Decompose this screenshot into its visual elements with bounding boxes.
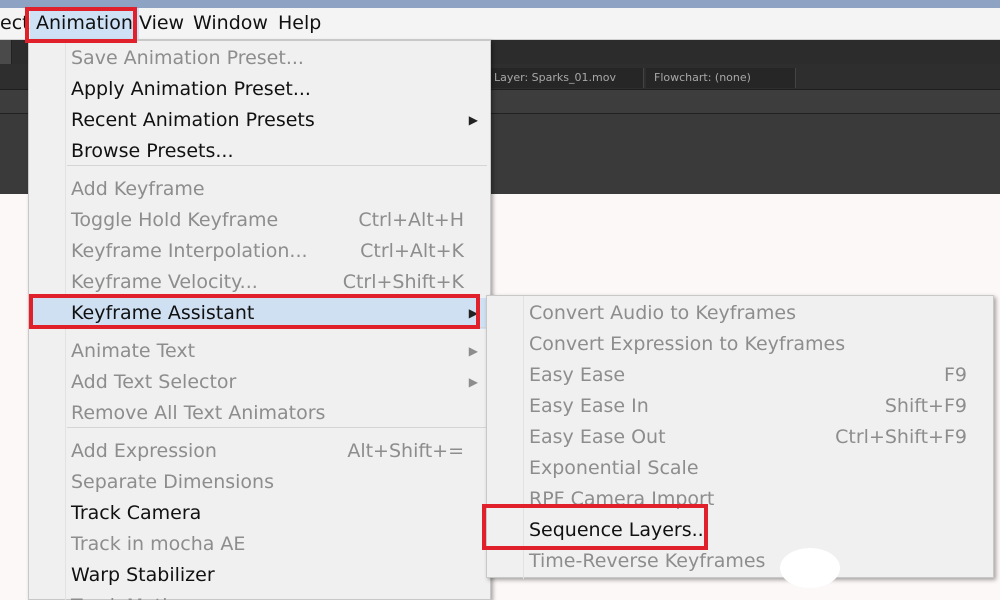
submenu-arrow-icon: ▶ <box>468 375 478 389</box>
submenu-item-rpf-camera-import[interactable]: RPF Camera Import <box>487 484 993 515</box>
menu-item-label: Toggle Hold Keyframe <box>71 209 279 231</box>
menu-window[interactable]: Window <box>187 8 274 39</box>
submenu-arrow-icon: ▶ <box>468 344 478 358</box>
menubar: ect Animation View Window Help <box>0 8 1000 40</box>
submenu-item-shortcut: Shift+F9 <box>884 395 967 417</box>
keyframe-assistant-submenu: Convert Audio to Keyframes Convert Expres… <box>486 295 994 579</box>
menu-item-label: Keyframe Assistant <box>71 302 255 324</box>
submenu-arrow-icon: ▶ <box>468 306 478 320</box>
menu-item-animate-text[interactable]: Animate Text ▶ <box>29 336 490 367</box>
submenu-item-label: Easy Ease In <box>529 395 649 417</box>
menu-item-shortcut: Ctrl+Alt+K <box>360 240 464 262</box>
menu-separator <box>67 327 487 328</box>
menu-item-track-in-mocha-ae[interactable]: Track in mocha AE <box>29 529 490 560</box>
menu-item-label: Separate Dimensions <box>71 471 274 493</box>
menu-item-label: Track Motion <box>71 591 191 600</box>
menu-item-remove-all-text-animators[interactable]: Remove All Text Animators <box>29 398 490 429</box>
tab-flowchart[interactable]: Flowchart: (none) <box>646 68 796 88</box>
menu-item-label: Add Text Selector <box>71 371 237 393</box>
menu-item-toggle-hold-keyframe[interactable]: Toggle Hold Keyframe Ctrl+Alt+H <box>29 205 490 236</box>
menu-item-label: Track Camera <box>71 502 202 524</box>
menu-item-track-camera[interactable]: Track Camera <box>29 498 490 529</box>
submenu-item-label: RPF Camera Import <box>529 488 715 510</box>
menu-item-add-expression[interactable]: Add Expression Alt+Shift+= <box>29 436 490 467</box>
submenu-item-label: Time-Reverse Keyframes <box>529 550 766 572</box>
submenu-item-shortcut: Ctrl+Shift+F9 <box>835 426 967 448</box>
submenu-item-label: Convert Audio to Keyframes <box>529 302 797 324</box>
submenu-item-label: Exponential Scale <box>529 457 699 479</box>
menu-item-recent-animation-presets[interactable]: Recent Animation Presets ▶ <box>29 105 490 136</box>
menu-item-label: Add Expression <box>71 440 217 462</box>
menu-item-keyframe-velocity[interactable]: Keyframe Velocity... Ctrl+Shift+K <box>29 267 490 298</box>
submenu-item-exponential-scale[interactable]: Exponential Scale <box>487 453 993 484</box>
menu-item-apply-animation-preset[interactable]: Apply Animation Preset... <box>29 74 490 105</box>
submenu-item-sequence-layers[interactable]: Sequence Layers... <box>487 515 993 546</box>
menu-item-label: Browse Presets... <box>71 140 234 162</box>
submenu-item-label: Easy Ease Out <box>529 426 666 448</box>
menu-separator <box>67 165 487 166</box>
submenu-item-label: Convert Expression to Keyframes <box>529 333 846 355</box>
menu-item-separate-dimensions[interactable]: Separate Dimensions <box>29 467 490 498</box>
background-blob <box>780 548 840 588</box>
menu-item-track-motion[interactable]: Track Motion <box>29 591 490 600</box>
menu-item-label: Add Keyframe <box>71 178 205 200</box>
tab-layer[interactable]: Layer: Sparks_01.mov <box>486 68 644 88</box>
submenu-item-convert-expression-to-keyframes[interactable]: Convert Expression to Keyframes <box>487 329 993 360</box>
menu-item-add-text-selector[interactable]: Add Text Selector ▶ <box>29 367 490 398</box>
menu-help[interactable]: Help <box>272 8 327 39</box>
menu-item-add-keyframe[interactable]: Add Keyframe <box>29 174 490 205</box>
menu-item-label: Save Animation Preset... <box>71 47 304 69</box>
submenu-arrow-icon: ▶ <box>468 113 478 127</box>
window-title-strip <box>0 0 1000 8</box>
menu-item-shortcut: Ctrl+Shift+K <box>342 271 464 293</box>
menu-item-label: Remove All Text Animators <box>71 402 326 424</box>
menu-item-label: Keyframe Velocity... <box>71 271 258 293</box>
submenu-item-easy-ease-in[interactable]: Easy Ease In Shift+F9 <box>487 391 993 422</box>
submenu-item-easy-ease[interactable]: Easy Ease F9 <box>487 360 993 391</box>
menu-item-label: Recent Animation Presets <box>71 109 315 131</box>
menu-item-shortcut: Alt+Shift+= <box>347 440 464 462</box>
menu-item-warp-stabilizer[interactable]: Warp Stabilizer <box>29 560 490 591</box>
menu-view[interactable]: View <box>133 8 190 39</box>
submenu-item-time-reverse-keyframes[interactable]: Time-Reverse Keyframes <box>487 546 993 577</box>
submenu-item-label: Easy Ease <box>529 364 626 386</box>
menu-item-browse-presets[interactable]: Browse Presets... <box>29 136 490 167</box>
menu-separator <box>67 427 487 428</box>
menu-item-save-animation-preset[interactable]: Save Animation Preset... <box>29 43 490 74</box>
menu-item-label: Track in mocha AE <box>71 533 246 555</box>
submenu-item-shortcut: F9 <box>943 364 967 386</box>
menu-item-label: Warp Stabilizer <box>71 564 215 586</box>
menu-item-keyframe-assistant[interactable]: Keyframe Assistant ▶ <box>29 298 490 329</box>
submenu-item-easy-ease-out[interactable]: Easy Ease Out Ctrl+Shift+F9 <box>487 422 993 453</box>
menu-item-label: Keyframe Interpolation... <box>71 240 308 262</box>
submenu-item-convert-audio-to-keyframes[interactable]: Convert Audio to Keyframes <box>487 298 993 329</box>
menu-item-label: Animate Text <box>71 340 196 362</box>
menu-item-keyframe-interpolation[interactable]: Keyframe Interpolation... Ctrl+Alt+K <box>29 236 490 267</box>
submenu-item-label: Sequence Layers... <box>529 519 710 541</box>
animation-menu: Save Animation Preset... Apply Animation … <box>28 40 491 600</box>
menu-animation[interactable]: Animation <box>30 8 139 39</box>
menu-item-shortcut: Ctrl+Alt+H <box>358 209 464 231</box>
menu-item-label: Apply Animation Preset... <box>71 78 311 100</box>
